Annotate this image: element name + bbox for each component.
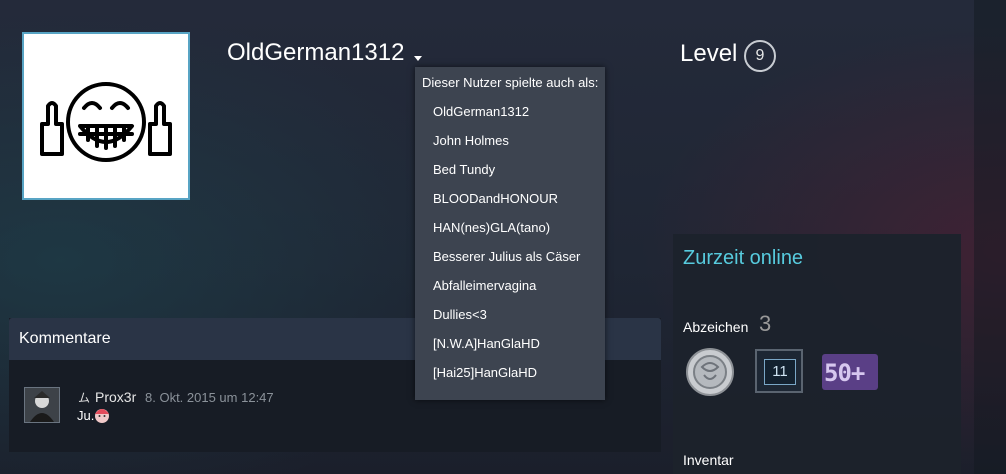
level-badge[interactable]: 9 — [744, 40, 776, 72]
alias-header: Dieser Nutzer spielte auch als: — [422, 75, 599, 90]
comment-timestamp: 8. Okt. 2015 um 12:47 — [145, 390, 274, 405]
emoticon-icon — [95, 409, 109, 423]
badges-count[interactable]: 3 — [759, 311, 771, 337]
alias-item: BLOODandHONOUR — [433, 191, 558, 206]
alias-item: Bed Tundy — [433, 162, 496, 177]
alias-item: [Hai25]HanGlaHD — [433, 365, 538, 380]
years-of-service-badge-icon[interactable]: 11 — [755, 349, 803, 393]
games-owned-number: 50+ — [824, 359, 865, 387]
alias-item: [N.W.A]HanGlaHD — [433, 336, 540, 351]
persona-name-dropdown[interactable]: OldGerman1312 — [227, 39, 423, 67]
games-owned-badge-icon[interactable]: 50+ — [822, 354, 878, 390]
comments-title: Kommentare — [19, 330, 111, 347]
alias-item: Dullies<3 — [433, 307, 487, 322]
level-label: Level — [680, 40, 738, 67]
comment-author-avatar[interactable] — [24, 387, 60, 423]
author-nickname-icon: ム — [78, 391, 91, 405]
persona-name: OldGerman1312 — [227, 39, 405, 66]
silver-coin-badge-icon[interactable] — [685, 347, 735, 402]
comment-text: Ju. — [77, 408, 95, 423]
alias-item: Besserer Julius als Cäser — [433, 249, 581, 264]
badges-link[interactable]: Abzeichen — [683, 319, 748, 335]
avatar-grin-face-icon — [40, 82, 172, 162]
alias-item: HAN(nes)GLA(tano) — [433, 220, 551, 235]
comment-author-link[interactable]: Prox3r — [95, 389, 136, 405]
inventory-link[interactable]: Inventar — [683, 452, 734, 468]
alias-item: John Holmes — [433, 133, 509, 148]
profile-avatar[interactable] — [22, 32, 190, 200]
alias-item: Abfalleimervagina — [433, 278, 537, 293]
background-shade — [974, 0, 1006, 474]
online-status: Zurzeit online — [683, 247, 804, 269]
chevron-down-icon[interactable] — [414, 55, 423, 61]
alias-item: OldGerman1312 — [433, 104, 530, 119]
years-of-service-number: 11 — [764, 359, 796, 385]
alias-history-dropdown: Dieser Nutzer spielte auch als: OldGerma… — [415, 67, 605, 400]
